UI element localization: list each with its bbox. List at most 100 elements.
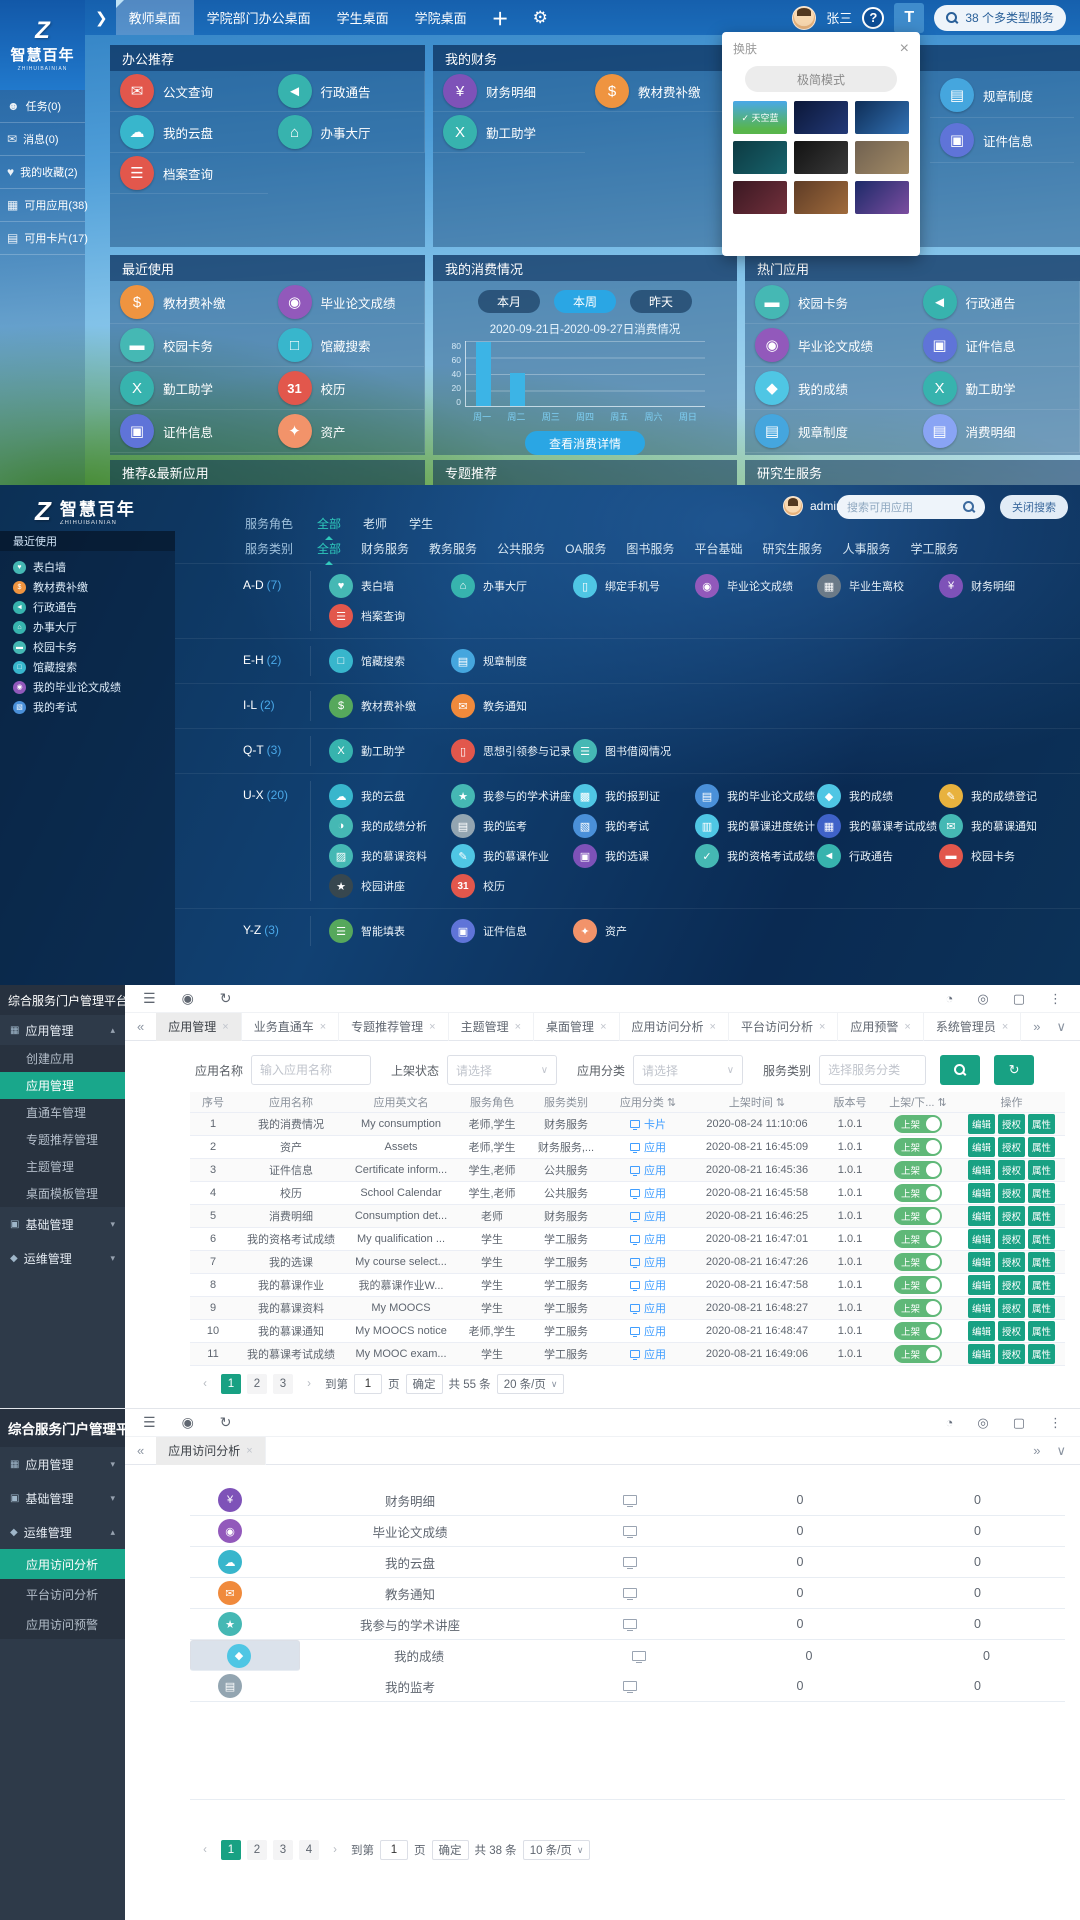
shelf-toggle[interactable]: 上架 (894, 1322, 942, 1340)
kebab-icon[interactable]: ⋮ (1049, 991, 1062, 1007)
recent-app-item[interactable]: ▧我的考试 (0, 697, 175, 717)
role-option[interactable]: 老师 (363, 515, 387, 532)
category-option[interactable]: 平台基础 (694, 540, 742, 557)
skin-thumbnail[interactable] (855, 181, 909, 214)
category-option[interactable]: OA服务 (565, 540, 606, 557)
table-row[interactable]: 10 我的慕课通知 My MOOCS notice 老师,学生 学工服务 应用 … (190, 1320, 1065, 1343)
tabs-dropdown-icon[interactable]: ∨ (1056, 1019, 1066, 1035)
submenu-item[interactable]: 专题推荐管理 (0, 1126, 125, 1153)
access-analysis-row[interactable]: ✉ 教务通知 0 0 (190, 1578, 1065, 1609)
service-type-input[interactable] (819, 1055, 926, 1085)
tab-close-icon[interactable]: × (600, 1021, 606, 1033)
message-icon[interactable]: ◎ (977, 1415, 988, 1431)
app-item[interactable]: ★校园讲座 (329, 871, 451, 901)
tag-icon[interactable]: ▢ (1013, 1415, 1025, 1431)
app-item[interactable]: X勤工助学 (913, 367, 1080, 410)
app-item[interactable]: ▧我的考试 (573, 811, 695, 841)
category-option[interactable]: 图书服务 (626, 540, 674, 557)
row-action-button[interactable]: 授权 (998, 1252, 1025, 1272)
globe-icon[interactable]: ◉ (182, 1414, 194, 1431)
skin-thumbnail[interactable]: ✓ 天空蓝 (733, 101, 787, 134)
menu-item[interactable]: ▣基础管理▾ (0, 1481, 125, 1515)
add-desktop-button[interactable]: ＋ (480, 0, 521, 35)
page-number[interactable]: 3 (273, 1374, 293, 1394)
message-icon[interactable]: ◎ (977, 991, 988, 1007)
app-item[interactable]: ☁我的云盘 (329, 781, 451, 811)
row-action-button[interactable]: 属性 (1028, 1206, 1055, 1226)
app-item[interactable]: ▯思想引领参与记录 (451, 736, 573, 766)
row-action-button[interactable]: 属性 (1028, 1183, 1055, 1203)
cell-app-type[interactable]: 应用 (604, 1185, 692, 1201)
table-row[interactable]: 2 资产 Assets 老师,学生 财务服务,... 应用 2020-08-21… (190, 1136, 1065, 1159)
hamburger-icon[interactable]: ☰ (143, 990, 156, 1007)
table-header-cell[interactable]: 操作 (958, 1094, 1065, 1110)
app-item[interactable]: ▤规章制度 (930, 73, 1074, 118)
table-header-cell[interactable]: 版本号 (822, 1094, 878, 1110)
app-item[interactable]: ¥财务明细 (433, 71, 585, 112)
table-header-cell[interactable]: 应用分类 ⇅ (604, 1094, 692, 1110)
goto-confirm-button[interactable]: 确定 (406, 1374, 443, 1394)
page-number[interactable]: 2 (247, 1840, 267, 1860)
menu-item[interactable]: ◆运维管理▾ (0, 1241, 125, 1275)
kebab-icon[interactable]: ⋮ (1049, 1415, 1062, 1431)
consumption-range-tab[interactable]: 本周 (554, 290, 616, 313)
globe-icon[interactable]: ◉ (182, 990, 194, 1007)
tabs-dropdown-icon[interactable]: ∨ (1056, 1443, 1066, 1459)
row-action-button[interactable]: 属性 (1028, 1298, 1055, 1318)
sidebar-item[interactable]: ▦可用应用(38) (0, 189, 85, 222)
app-item[interactable]: ▣证件信息 (110, 410, 268, 453)
skin-thumbnail[interactable] (855, 101, 909, 134)
desktop-tab[interactable]: 学生桌面 (324, 0, 402, 35)
access-analysis-row[interactable]: ◉ 毕业论文成绩 0 0 (190, 1516, 1065, 1547)
cell-app-type[interactable]: 应用 (604, 1208, 692, 1224)
cell-app-type[interactable]: 应用 (604, 1254, 692, 1270)
next-page-icon[interactable]: › (325, 1840, 345, 1860)
desktop-tab[interactable]: 学院桌面 (402, 0, 480, 35)
shelf-toggle[interactable]: 上架 (894, 1345, 942, 1363)
shelf-toggle[interactable]: 上架 (894, 1115, 942, 1133)
skin-shirt-icon[interactable]: T (894, 3, 924, 33)
menu-item[interactable]: ▣基础管理▾ (0, 1207, 125, 1241)
app-search-input[interactable]: 搜索可用应用 (837, 495, 985, 519)
menu-item[interactable]: ▦应用管理▾ (0, 1447, 125, 1481)
view-consumption-detail-button[interactable]: 查看消费详情 (525, 431, 645, 455)
app-item[interactable]: ✉教务通知 (451, 691, 573, 721)
access-analysis-row[interactable]: ◆ 我的成绩 0 0 (190, 1640, 300, 1671)
cell-app-type[interactable]: 应用 (604, 1300, 692, 1316)
access-analysis-row[interactable]: ¥ 财务明细 0 0 (190, 1485, 1065, 1516)
app-item[interactable]: ▥我的慕课进度统计 (695, 811, 817, 841)
app-item[interactable]: ◆我的成绩 (817, 781, 939, 811)
workspace-tab[interactable]: 桌面管理× (534, 1013, 619, 1041)
skin-thumbnail[interactable] (855, 141, 909, 174)
page-number[interactable]: 1 (221, 1840, 241, 1860)
row-action-button[interactable]: 编辑 (968, 1344, 995, 1364)
table-row[interactable]: 11 我的慕课考试成绩 My MOOC exam... 学生 学工服务 应用 2… (190, 1343, 1065, 1366)
shelf-state-select[interactable]: 请选择∨ (447, 1055, 557, 1085)
app-item[interactable]: ▣证件信息 (913, 324, 1080, 367)
category-option[interactable]: 学工服务 (910, 540, 958, 557)
app-item[interactable]: X勤工助学 (110, 367, 268, 410)
row-action-button[interactable]: 编辑 (968, 1206, 995, 1226)
refresh-icon[interactable]: ↻ (220, 1414, 232, 1431)
row-action-button[interactable]: 编辑 (968, 1298, 995, 1318)
row-action-button[interactable]: 授权 (998, 1229, 1025, 1249)
shelf-toggle[interactable]: 上架 (894, 1299, 942, 1317)
row-action-button[interactable]: 属性 (1028, 1114, 1055, 1134)
shelf-toggle[interactable]: 上架 (894, 1184, 942, 1202)
app-item[interactable]: ¥财务明细 (939, 571, 1061, 601)
app-item[interactable]: X勤工助学 (329, 736, 451, 766)
row-action-button[interactable]: 编辑 (968, 1229, 995, 1249)
tag-icon[interactable]: ▢ (1013, 991, 1025, 1007)
category-option[interactable]: 教务服务 (429, 540, 477, 557)
workspace-tab[interactable]: 应用管理× (156, 1013, 241, 1041)
cell-app-type[interactable]: 应用 (604, 1346, 692, 1362)
cell-app-type[interactable]: 应用 (604, 1162, 692, 1178)
refresh-icon[interactable]: ↻ (220, 990, 232, 1007)
tab-close-icon[interactable]: × (246, 1445, 252, 1457)
recent-app-item[interactable]: ◉我的毕业论文成绩 (0, 677, 175, 697)
table-row[interactable]: 3 证件信息 Certificate inform... 学生,老师 公共服务 … (190, 1159, 1065, 1182)
workspace-tab[interactable]: 系统管理员× (924, 1013, 1021, 1041)
app-item[interactable]: ▣证件信息 (451, 916, 573, 946)
app-item[interactable]: 31校历 (268, 367, 426, 410)
table-row[interactable]: 9 我的慕课资料 My MOOCS 学生 学工服务 应用 2020-08-21 … (190, 1297, 1065, 1320)
